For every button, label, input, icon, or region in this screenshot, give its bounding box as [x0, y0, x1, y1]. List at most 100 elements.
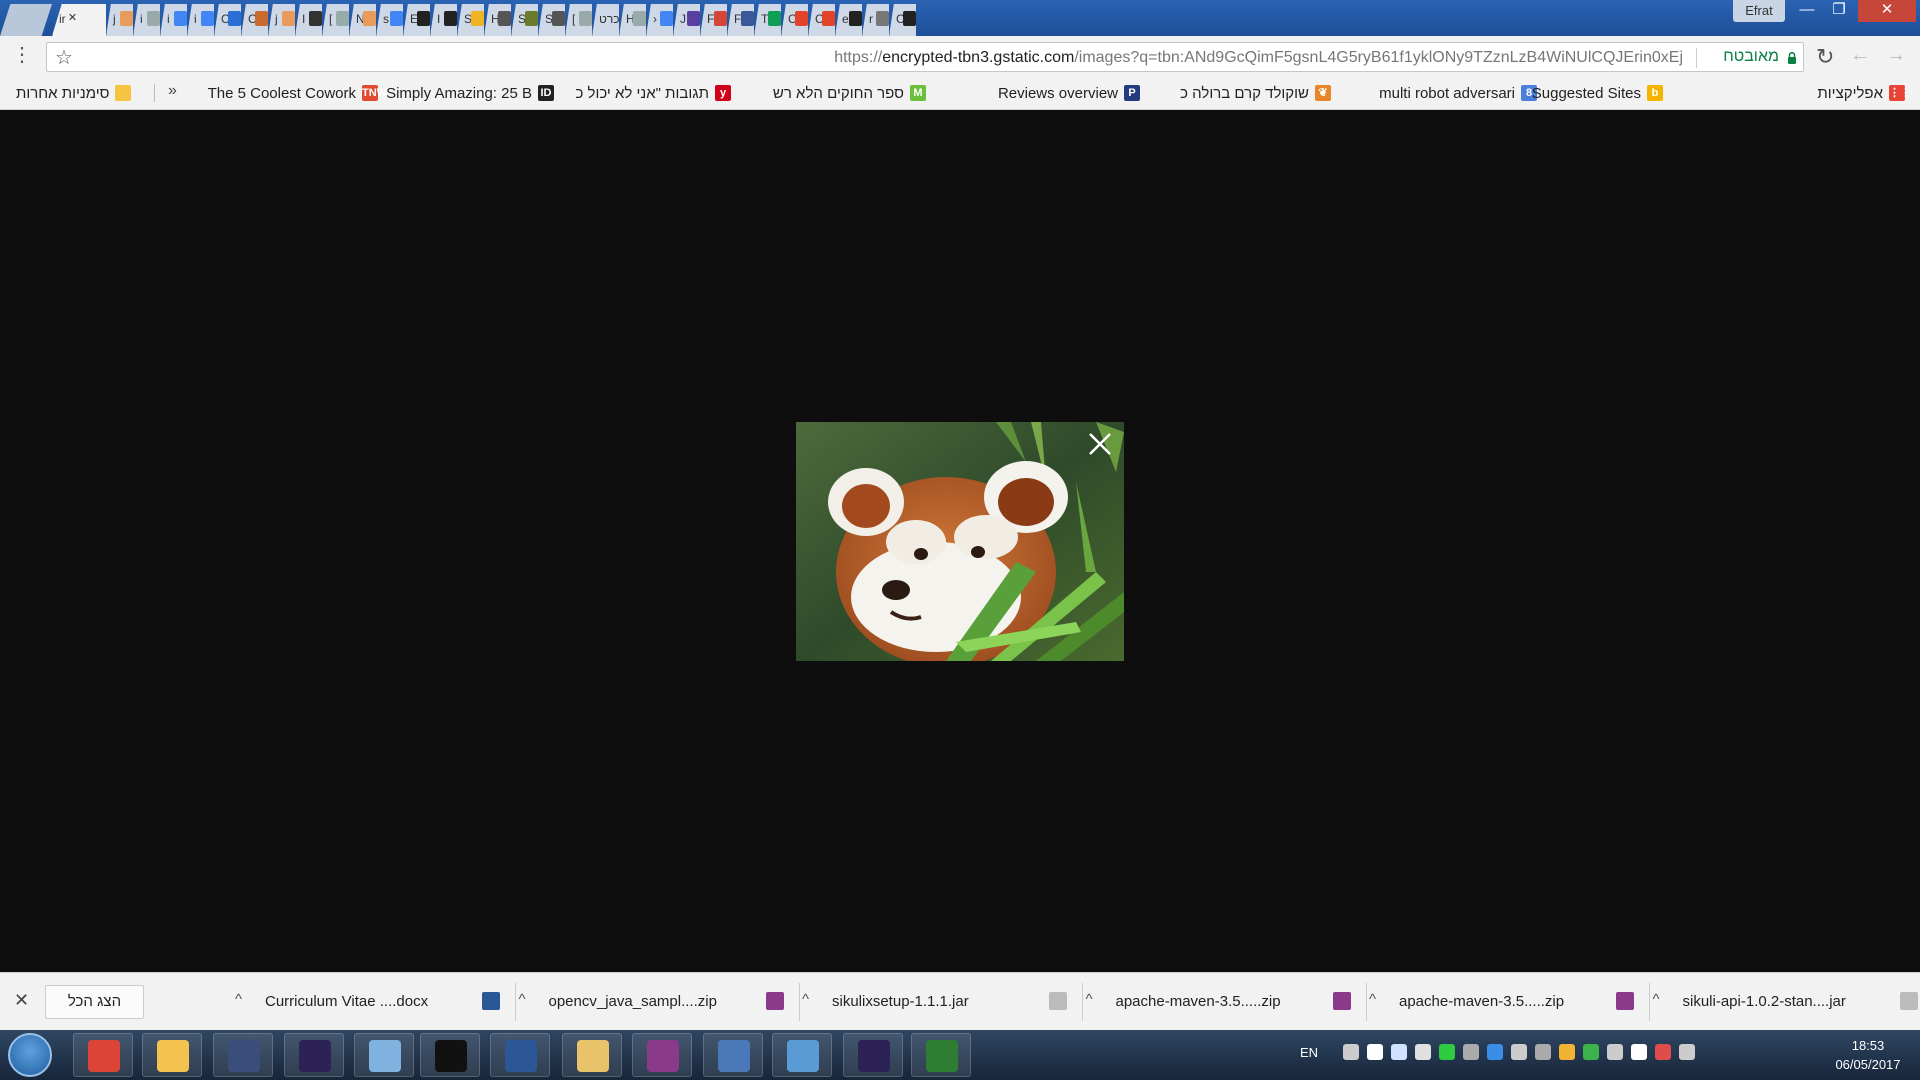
bookmark-item[interactable]: ספר החוקים הלא רש M	[773, 83, 926, 103]
browser-tab[interactable]: j	[268, 4, 295, 36]
browser-tab[interactable]: C	[808, 4, 835, 36]
download-menu-chevron-icon[interactable]: ^	[1653, 991, 1660, 1008]
browser-tab[interactable]: r	[862, 4, 889, 36]
bookmark-item[interactable]: Simply Amazing: 25 B ID	[386, 83, 554, 103]
tray-icon[interactable]	[1487, 1044, 1503, 1060]
back-icon[interactable]: ←	[1850, 44, 1870, 67]
start-button[interactable]	[8, 1033, 52, 1077]
language-indicator[interactable]: EN	[1300, 1045, 1318, 1060]
download-menu-chevron-icon[interactable]: ^	[235, 991, 242, 1008]
browser-tab[interactable]: C	[214, 4, 241, 36]
bookmark-item[interactable]: Suggested Sites b	[1532, 83, 1663, 103]
browser-tab[interactable]: E	[403, 4, 430, 36]
profile-button[interactable]: Efrat	[1733, 0, 1785, 22]
taskbar-app[interactable]	[490, 1033, 550, 1077]
bookmark-item[interactable]: multi robot adversari 8	[1379, 83, 1537, 103]
bookmark-item[interactable]: אפליקציות ⋮⋮	[1817, 83, 1911, 103]
taskbar-app[interactable]	[213, 1033, 273, 1077]
taskbar-app[interactable]	[354, 1033, 414, 1077]
browser-tab[interactable]: ›	[646, 4, 673, 36]
close-shelf-icon[interactable]: ✕	[14, 990, 29, 1011]
download-item[interactable]: ^ opencv_java_sampl....zip	[519, 983, 800, 1021]
browser-tab[interactable]: s	[376, 4, 403, 36]
bookmark-item[interactable]: The 5 Coolest Cowork TNW	[208, 83, 387, 103]
browser-tab[interactable]: I	[295, 4, 322, 36]
tray-icon[interactable]	[1559, 1044, 1575, 1060]
browser-tab[interactable]: כרט	[592, 4, 620, 36]
bookmark-item[interactable]: שוקולד קרם ברולה כ ❦	[1180, 83, 1331, 103]
browser-tab[interactable]: S	[457, 4, 484, 36]
taskbar-app[interactable]	[772, 1033, 832, 1077]
close-window-button[interactable]: ✕	[1858, 0, 1916, 22]
taskbar-app[interactable]	[843, 1033, 903, 1077]
close-image-icon[interactable]	[1085, 429, 1115, 459]
taskbar-app[interactable]	[562, 1033, 622, 1077]
bookmark-item[interactable]: תגובות "אני לא יכול כ y	[575, 83, 731, 103]
tray-icon[interactable]	[1415, 1044, 1431, 1060]
download-menu-chevron-icon[interactable]: ^	[1086, 991, 1093, 1008]
browser-tab[interactable]: C	[781, 4, 808, 36]
browser-tab[interactable]: e	[835, 4, 862, 36]
browser-tab[interactable]: F	[700, 4, 727, 36]
taskbar-app[interactable]	[142, 1033, 202, 1077]
browser-tab[interactable]: F	[727, 4, 754, 36]
more-bookmarks-chevron-icon[interactable]: »	[168, 82, 177, 100]
forward-icon[interactable]: →	[1886, 44, 1906, 67]
taskbar-app[interactable]	[420, 1033, 480, 1077]
tray-icon[interactable]	[1583, 1044, 1599, 1060]
browser-tab[interactable]: [	[565, 4, 592, 36]
browser-tab[interactable]: i	[160, 4, 187, 36]
tray-icon[interactable]	[1367, 1044, 1383, 1060]
browser-tab[interactable]: C	[241, 4, 268, 36]
browser-tab[interactable]: T	[754, 4, 781, 36]
browser-tab[interactable]: S	[538, 4, 565, 36]
download-menu-chevron-icon[interactable]: ^	[1369, 991, 1376, 1008]
tray-icon[interactable]	[1535, 1044, 1551, 1060]
browser-tab[interactable]: ir ✕	[52, 4, 106, 36]
maximize-button[interactable]: ❐	[1822, 0, 1856, 22]
browser-tab[interactable]: H	[619, 4, 646, 36]
browser-tab[interactable]: J	[673, 4, 700, 36]
new-tab-button[interactable]	[0, 4, 52, 36]
browser-tab[interactable]: I	[430, 4, 457, 36]
browser-tab[interactable]: N	[349, 4, 376, 36]
address-bar[interactable]: ☆ https://encrypted-tbn3.gstatic.com/ima…	[46, 42, 1804, 72]
tray-icon[interactable]	[1631, 1044, 1647, 1060]
taskbar-app[interactable]	[911, 1033, 971, 1077]
download-menu-chevron-icon[interactable]: ^	[802, 991, 809, 1008]
tray-icon[interactable]	[1439, 1044, 1455, 1060]
browser-tab[interactable]: i	[133, 4, 160, 36]
taskbar-app[interactable]	[73, 1033, 133, 1077]
taskbar-app[interactable]	[284, 1033, 344, 1077]
download-item[interactable]: ^ sikulixsetup-1.1.1.jar	[802, 983, 1083, 1021]
taskbar-app[interactable]	[703, 1033, 763, 1077]
download-menu-chevron-icon[interactable]: ^	[519, 991, 526, 1008]
browser-tab[interactable]: C	[889, 4, 916, 36]
download-item[interactable]: ^ apache-maven-3.5.....zip	[1369, 983, 1650, 1021]
tray-icon[interactable]	[1391, 1044, 1407, 1060]
show-all-downloads-button[interactable]: הצג הכל	[45, 985, 144, 1019]
tray-icon[interactable]	[1655, 1044, 1671, 1060]
bookmark-star-icon[interactable]: ☆	[55, 45, 73, 70]
bookmark-item[interactable]: Reviews overview P	[998, 83, 1140, 103]
reload-icon[interactable]: ↻	[1816, 44, 1834, 70]
secure-label[interactable]: מאובטח	[1723, 48, 1779, 66]
download-item[interactable]: ^ apache-maven-3.5.....zip	[1086, 983, 1367, 1021]
taskbar-app[interactable]	[632, 1033, 692, 1077]
browser-tab[interactable]: j	[106, 4, 133, 36]
url-text[interactable]: https://encrypted-tbn3.gstatic.com/image…	[834, 49, 1683, 67]
browser-tab[interactable]: [	[322, 4, 349, 36]
tray-icon[interactable]	[1679, 1044, 1695, 1060]
lock-icon[interactable]	[1787, 52, 1797, 64]
tray-icon[interactable]	[1607, 1044, 1623, 1060]
menu-icon[interactable]: ⋮	[12, 44, 32, 68]
browser-tab[interactable]: i	[187, 4, 214, 36]
close-icon[interactable]: ✕	[66, 11, 79, 26]
browser-tab[interactable]: S	[511, 4, 538, 36]
browser-tab[interactable]: H	[484, 4, 511, 36]
minimize-button[interactable]: —	[1790, 0, 1824, 22]
tray-icon[interactable]	[1463, 1044, 1479, 1060]
clock-time[interactable]: 18:53	[1828, 1038, 1908, 1053]
clock-date[interactable]: 06/05/2017	[1828, 1057, 1908, 1072]
other-bookmarks[interactable]: סימניות אחרות	[16, 83, 132, 103]
